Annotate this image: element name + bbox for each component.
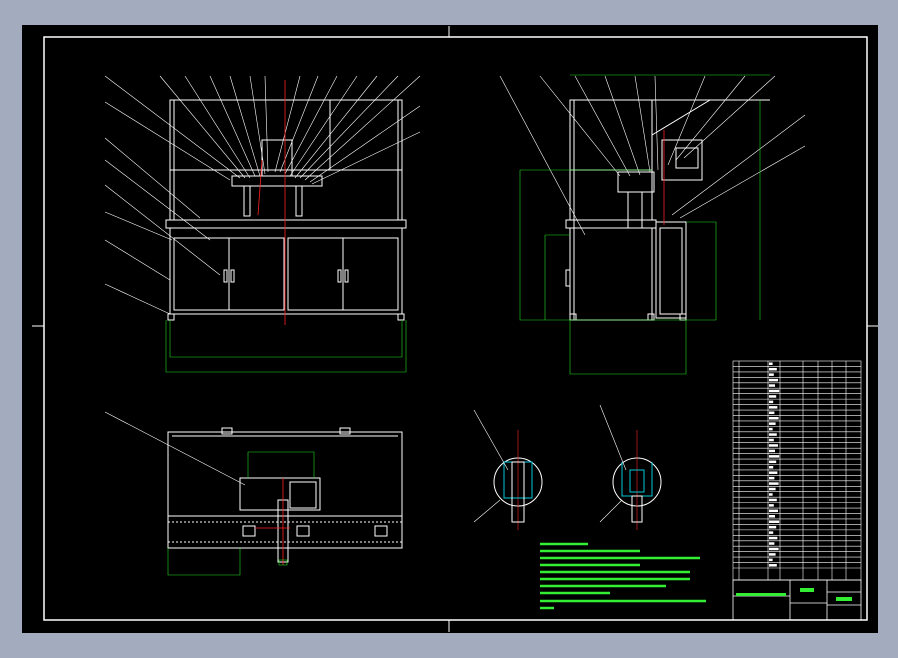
bom-cell-text — [769, 400, 774, 404]
bom-cell-text — [769, 378, 778, 382]
bom-cell-text — [769, 384, 775, 387]
bom-cell-text — [769, 536, 778, 540]
model-space — [22, 25, 878, 633]
bom-cell-text — [769, 460, 777, 464]
bom-cell-text — [769, 449, 775, 453]
bom-cell-text — [769, 389, 780, 393]
bom-cell-text — [769, 493, 773, 496]
bom-cell-text — [769, 509, 778, 513]
bom-cell-text — [769, 547, 779, 551]
bom-cell-text — [769, 487, 776, 491]
bom-cell-text — [769, 395, 777, 398]
bom-cell-text — [769, 406, 778, 409]
bom-cell-text — [769, 444, 778, 447]
bom-cell-text — [769, 362, 773, 365]
bom-cell-text — [769, 564, 777, 567]
bom-cell-text — [769, 525, 777, 529]
cad-drawing-canvas[interactable] — [0, 0, 898, 658]
bom-cell-text — [769, 482, 779, 485]
bom-cell-text — [769, 427, 773, 431]
bom-cell-text — [769, 373, 774, 376]
bom-cell-text — [769, 438, 774, 442]
bom-cell-text — [769, 455, 780, 458]
bom-cell-text — [769, 520, 780, 523]
bom-cell-text — [769, 558, 773, 562]
bom-cell-text — [769, 367, 777, 371]
bom-cell-text — [769, 553, 776, 556]
bom-cell-text — [769, 433, 777, 436]
bom-cell-text — [769, 515, 775, 518]
bom-cell-text — [769, 411, 775, 415]
bom-cell-text — [769, 416, 779, 420]
bom-cell-text — [769, 542, 775, 545]
bom-cell-text — [769, 422, 776, 425]
bom-cell-text — [769, 504, 774, 507]
bom-cell-text — [769, 498, 777, 502]
bom-cell-text — [769, 471, 778, 474]
bom-cell-text — [769, 466, 774, 469]
bom-cell-text — [769, 476, 775, 480]
bom-cell-text — [769, 531, 774, 534]
